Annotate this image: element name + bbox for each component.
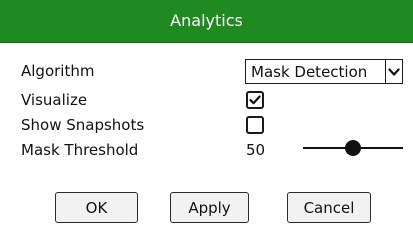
show-snapshots-checkbox[interactable] bbox=[246, 116, 264, 134]
dialog-title: Analytics bbox=[170, 11, 243, 30]
cancel-button[interactable]: Cancel bbox=[287, 192, 371, 223]
analytics-dialog: Analytics Algorithm Mask Detection Visua… bbox=[0, 0, 413, 246]
algorithm-selected-value: Mask Detection bbox=[251, 63, 368, 81]
algorithm-label: Algorithm bbox=[21, 62, 95, 80]
mask-threshold-slider[interactable] bbox=[303, 138, 403, 158]
check-icon bbox=[249, 95, 261, 105]
algorithm-select[interactable]: Mask Detection bbox=[245, 59, 403, 84]
show-snapshots-label: Show Snapshots bbox=[21, 116, 145, 134]
apply-button[interactable]: Apply bbox=[170, 192, 249, 223]
visualize-label: Visualize bbox=[21, 91, 88, 109]
title-bar: Analytics bbox=[0, 0, 413, 43]
mask-threshold-value: 50 bbox=[246, 141, 266, 159]
visualize-checkbox[interactable] bbox=[246, 91, 264, 109]
ok-button[interactable]: OK bbox=[55, 192, 138, 223]
chevron-down-icon[interactable] bbox=[385, 60, 402, 83]
slider-thumb[interactable] bbox=[345, 140, 361, 156]
mask-threshold-label: Mask Threshold bbox=[21, 141, 139, 159]
